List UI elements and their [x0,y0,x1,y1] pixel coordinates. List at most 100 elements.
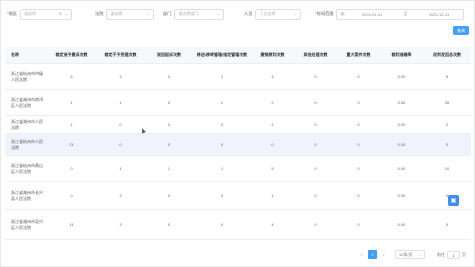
table-cell: 0 [423,133,471,156]
table-cell: 0 [294,115,337,134]
goto-label: 前往 [437,252,445,257]
floating-action-button[interactable]: ▣ [448,195,459,206]
court-name-cell: 浙江省湖州市长兴县人民法院 [5,181,47,210]
court-name-cell: 浙江省杭州市萧山区人民法院 [5,155,47,182]
goto-suffix: 页 [462,252,466,257]
table-cell: 0 [145,89,193,116]
column-header: 名称 [5,47,47,64]
chevron-down-icon: ⌄ [417,252,421,257]
date-end[interactable]: 2023-12-31 [418,12,461,17]
table-cell: 10 [423,155,471,182]
table-cell: 0 [337,63,380,90]
table-cell: 2 [251,89,294,116]
table-cell: 0 [193,181,251,210]
table-cell: 0 [294,209,337,240]
table-cell: 4 [251,209,294,240]
date-separator: 至 [403,11,408,16]
date-range-label: *时间范围 [315,11,334,16]
table-cell: 0 [145,133,193,156]
table-cell: 0 [294,133,337,156]
table-cell: 0.00 [380,181,423,210]
table-cell: 0 [337,133,380,156]
department-select[interactable]: 请选择部门 ⌄ [174,8,225,20]
chevron-down-icon: ⌄ [293,11,298,16]
court-placeholder: 请选择 [110,11,123,16]
table-cell: 3 [96,181,145,210]
table-cell: 1 [47,89,96,116]
table-cell: 3 [96,63,145,90]
table-header-row: 名称 裁定准予撤诉次数 裁定不予受理次数 驳回起诉次数 移送/移转管辖/指定管辖… [5,47,471,64]
table-cell: 0 [96,115,145,134]
person-select[interactable]: 人员选择 ⌄ [255,8,302,20]
page-1-button[interactable]: 1 [368,250,377,259]
table-row[interactable]: 浙江省湖州市长兴县人民法院 0 3 0 0 1 0 0 0.00 0 [5,181,471,210]
clear-icon[interactable]: ⊗ [58,11,62,17]
table-cell: 26 [423,89,471,116]
date-range-picker[interactable]: ▦ 2023-01-01 至 2023-12-31 [336,8,465,20]
table-cell: 6 [47,63,96,90]
table-cell: 0 [193,133,251,156]
table-cell: 21 [47,133,96,156]
page-jumper: 前往 1 页 [437,251,466,259]
table-cell: 0 [423,209,471,240]
table-cell: 0 [423,181,471,210]
court-name-cell: 浙江省湖州市吴兴区人民法院 [5,209,47,240]
table-cell: 0 [337,89,380,116]
table-cell: 11 [47,209,96,240]
table-cell: 0.00 [380,155,423,182]
table-row[interactable]: 浙江省湖州市吴兴区人民法院 11 3 0 0 4 0 0 0.00 0 [5,209,471,240]
table-cell: 0.00 [380,209,423,240]
table-cell: 0 [193,115,251,134]
table-cell: 2 [251,115,294,134]
table-cell: 0 [294,181,337,210]
table-row[interactable]: 浙江省湖州市南浔区人民法院 1 1 0 1 2 0 0 0.00 26 [5,89,471,116]
table-cell: 4 [251,63,294,90]
next-page-button[interactable]: > [379,250,388,259]
column-header: 裁定准予撤诉次数 [47,47,96,64]
table-cell: 0 [145,209,193,240]
table-cell: 0 [145,181,193,210]
table-cell: 1 [251,181,294,210]
column-header: 其他处理次数 [294,47,337,64]
filter-bar: *地区 请选择 ⊗ ⌄ 法院 请选择 ⌄ 部门 请选择部门 ⌄ 人员 人员选择 … [1,7,475,23]
table-cell: 1 [96,89,145,116]
court-filter: 法院 请选择 ⌄ [95,7,155,21]
table-cell: 0 [145,115,193,134]
prev-page-button[interactable]: < [357,250,366,259]
person-label: 人员 [244,11,253,16]
calendar-icon: ▦ [340,11,345,16]
table-cell: 1 [193,63,251,90]
chevron-down-icon: ⌄ [64,11,69,16]
region-label: *地区 [7,11,18,16]
column-header: 重大案件次数 [337,47,380,64]
region-placeholder: 请选择 [24,11,37,16]
query-button[interactable]: 查询 [453,26,469,35]
table-cell: 0 [337,115,380,134]
table-cell: 1 [193,155,251,182]
table-cell: 0.00 [380,89,423,116]
date-start[interactable]: 2023-01-01 [351,12,394,17]
department-filter: 部门 请选择部门 ⌄ [163,7,225,21]
page-size-value: 10条/页 [399,251,413,257]
court-label: 法院 [95,11,104,16]
table-cell: 1 [193,89,251,116]
table-cell: 5 [251,155,294,182]
page-size-select[interactable]: 10条/页 ⌄ [395,250,425,259]
table-cell: 0.00 [380,63,423,90]
person-filter: 人员 人员选择 ⌄ [244,7,302,21]
table-cell: 1 [145,155,193,182]
table-cell: 0 [294,155,337,182]
table-cell: 0 [193,209,251,240]
court-select[interactable]: 请选择 ⌄ [106,8,155,20]
column-header: 裁判准确率 [380,47,423,64]
goto-input[interactable]: 1 [447,251,460,259]
table-row[interactable]: 浙江省杭州市萧山区人民法院 0 1 1 1 5 0 0 0.00 10 [5,155,471,182]
table-row[interactable]: 浙江省杭州市中级人民法院 6 3 0 1 4 0 0 0.00 6 [5,63,471,90]
table-row[interactable]: 浙江省湖州市人民法院 1 0 0 0 2 0 0 0.00 2 [5,115,471,134]
table-row[interactable]: 浙江省杭州市人民法院 21 0 0 0 0 0 0 0.00 0 [5,133,471,156]
region-select[interactable]: 请选择 ⊗ ⌄ [20,8,73,20]
court-name-cell: 浙江省杭州市人民法院 [5,133,47,156]
table-cell: 0.00 [380,133,423,156]
pagination: < 1 > 10条/页 ⌄ 前往 1 页 [1,250,475,260]
table-cell: 1 [96,155,145,182]
